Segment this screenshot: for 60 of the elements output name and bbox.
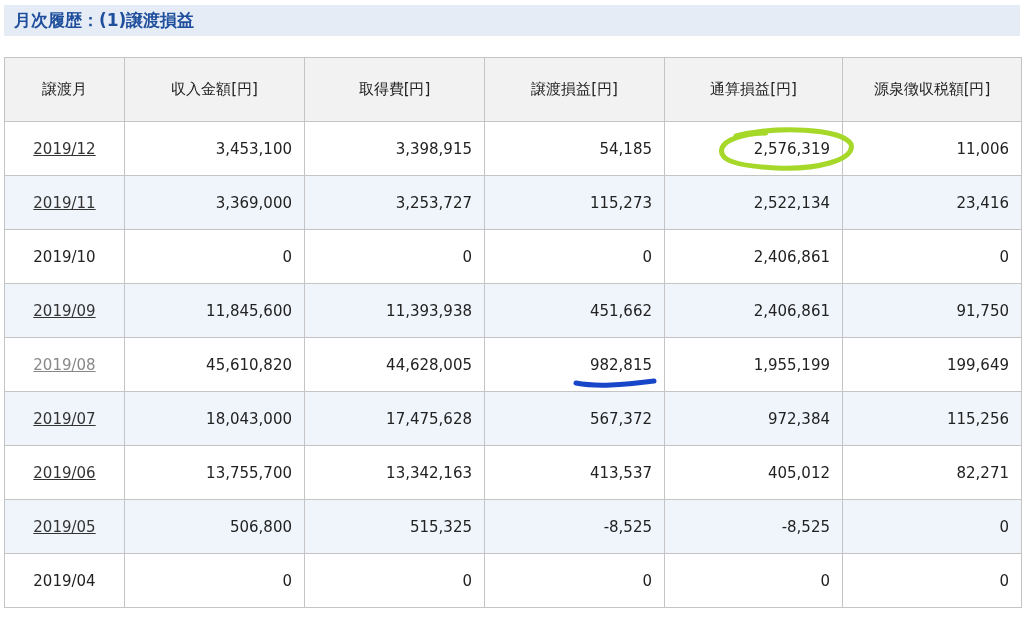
month-link[interactable]: 2019/07: [33, 409, 96, 428]
month-link[interactable]: 2019/11: [33, 193, 96, 212]
month-text: 2019/04: [33, 571, 96, 590]
amount-cell: 13,755,700: [124, 445, 305, 500]
amount-cell: 567,372: [484, 391, 665, 446]
amount-cell: 0: [124, 553, 305, 608]
amount-cell: 18,043,000: [124, 391, 305, 446]
amount-cell: 44,628,005: [304, 337, 485, 392]
amount-cell: 45,610,820: [124, 337, 305, 392]
amount-cell: 451,662: [484, 283, 665, 338]
amount-cell: 982,815: [484, 337, 665, 392]
amount-cell: 0: [842, 499, 1022, 554]
amount-cell: 2,406,861: [664, 283, 843, 338]
amount-cell: 199,649: [842, 337, 1022, 392]
column-header: 譲渡損益[円]: [484, 57, 665, 122]
amount-cell: 0: [842, 229, 1022, 284]
amount-cell: 0: [664, 553, 843, 608]
month-link[interactable]: 2019/09: [33, 301, 96, 320]
amount-cell: 0: [304, 553, 485, 608]
amount-cell: 506,800: [124, 499, 305, 554]
amount-cell: 11,393,938: [304, 283, 485, 338]
column-header: 収入金額[円]: [124, 57, 305, 122]
amount-cell: 0: [124, 229, 305, 284]
amount-cell: 13,342,163: [304, 445, 485, 500]
amount-cell: 405,012: [664, 445, 843, 500]
amount-cell: 23,416: [842, 175, 1022, 230]
month-link[interactable]: 2019/08: [33, 355, 96, 374]
amount-cell: 0: [842, 553, 1022, 608]
column-header: 譲渡月: [4, 57, 125, 122]
amount-cell: 82,271: [842, 445, 1022, 500]
column-header: 取得費[円]: [304, 57, 485, 122]
amount-cell: 515,325: [304, 499, 485, 554]
amount-cell: 2,406,861: [664, 229, 843, 284]
month-link[interactable]: 2019/06: [33, 463, 96, 482]
amount-cell: 3,253,727: [304, 175, 485, 230]
amount-cell: 11,006: [842, 121, 1022, 176]
amount-cell: 3,369,000: [124, 175, 305, 230]
amount-cell: 2,522,134: [664, 175, 843, 230]
month-text: 2019/10: [33, 247, 96, 266]
amount-cell: 413,537: [484, 445, 665, 500]
column-header: 通算損益[円]: [664, 57, 843, 122]
amount-cell: -8,525: [664, 499, 843, 554]
month-link[interactable]: 2019/12: [33, 139, 96, 158]
column-header: 源泉徴収税額[円]: [842, 57, 1022, 122]
amount-cell: 0: [304, 229, 485, 284]
amount-cell: 3,453,100: [124, 121, 305, 176]
amount-cell: 115,256: [842, 391, 1022, 446]
month-link[interactable]: 2019/05: [33, 517, 96, 536]
amount-cell: 115,273: [484, 175, 665, 230]
amount-cell: 54,185: [484, 121, 665, 176]
amount-cell: 11,845,600: [124, 283, 305, 338]
amount-cell: -8,525: [484, 499, 665, 554]
amount-cell: 0: [484, 229, 665, 284]
amount-cell: 1,955,199: [664, 337, 843, 392]
amount-cell: 0: [484, 553, 665, 608]
amount-cell: 91,750: [842, 283, 1022, 338]
amount-cell: 17,475,628: [304, 391, 485, 446]
section-title: 月次履歴：(1)譲渡損益: [14, 12, 195, 29]
amount-cell: 972,384: [664, 391, 843, 446]
amount-cell: 3,398,915: [304, 121, 485, 176]
